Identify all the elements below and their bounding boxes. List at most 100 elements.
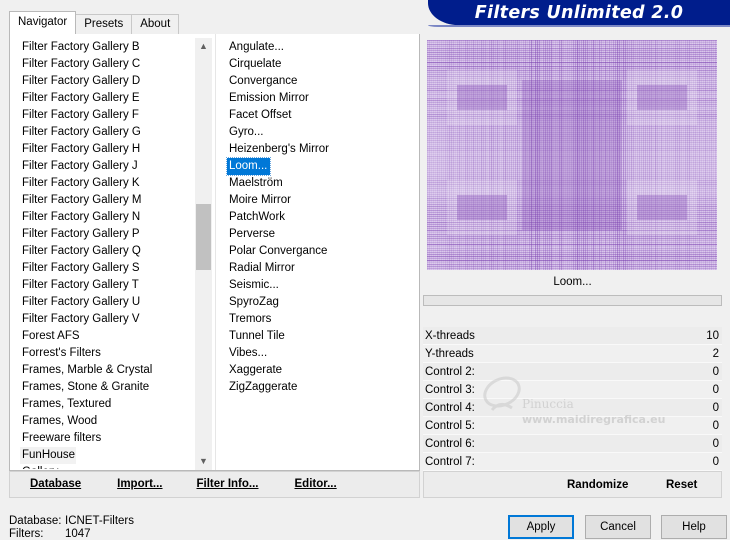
control-label: Y-threads [425,348,474,360]
scroll-thumb[interactable] [196,204,211,270]
category-item[interactable]: Frames, Marble & Crystal [20,362,200,379]
filter-preview-image [427,40,717,270]
category-item[interactable]: Filter Factory Gallery B [20,39,200,56]
tab-presets[interactable]: Presets [75,14,133,34]
filter-item[interactable]: Maelström [227,175,407,192]
control-row[interactable]: Control 5: 0 [423,417,722,435]
control-row[interactable]: Control 7: 0 [423,453,722,471]
filter-item[interactable]: PatchWork [227,209,407,226]
reset-button[interactable]: Reset [666,472,697,499]
filter-item[interactable]: Xaggerate [227,362,407,379]
randomize-button[interactable]: Randomize [567,472,628,499]
control-label: Control 2: [425,366,475,378]
tab-bar: Navigator Presets About [9,11,180,34]
status-area: Database: ICNET-Filters Filters: 1047 [9,515,134,540]
category-item[interactable]: FunHouse [20,447,76,464]
control-row[interactable]: Control 4: 0 [423,399,722,417]
control-row[interactable]: Control 3: 0 [423,381,722,399]
filter-item[interactable]: Perverse [227,226,407,243]
category-item[interactable]: Frames, Stone & Granite [20,379,200,396]
preview-filter-name: Loom... [553,276,592,288]
control-value[interactable]: 0 [713,417,719,435]
control-label: Control 3: [425,384,475,396]
progress-bar [423,295,722,306]
filter-item[interactable]: Seismic... [227,277,407,294]
filter-item[interactable]: Gyro... [227,124,407,141]
category-item[interactable]: Filter Factory Gallery V [20,311,200,328]
filter-item[interactable]: Emission Mirror [227,90,407,107]
editor-button[interactable]: Editor... [285,471,347,498]
control-label: Control 6: [425,438,475,450]
filter-list[interactable]: Angulate... Cirquelate Convergance Emission… [226,39,407,396]
control-row[interactable]: Control 2: 0 [423,363,722,381]
category-scrollbar[interactable]: ▲ ▼ [195,38,212,470]
filter-item[interactable]: Moire Mirror [227,192,407,209]
control-row[interactable]: X-threads 10 [423,327,722,345]
category-item[interactable]: Filter Factory Gallery P [20,226,200,243]
control-value[interactable]: 0 [713,399,719,417]
scroll-down-icon[interactable]: ▼ [195,453,212,470]
category-item[interactable]: Filter Factory Gallery M [20,192,200,209]
filters-label: Filters: [9,528,44,540]
filter-item[interactable]: Loom... [226,157,271,176]
filter-item[interactable]: Facet Offset [227,107,407,124]
category-item[interactable]: Freeware filters [20,430,200,447]
category-item[interactable]: Gallery [20,464,200,469]
control-value[interactable]: 0 [713,453,719,471]
category-item[interactable]: Filter Factory Gallery D [20,73,200,90]
filter-item[interactable]: Vibes... [227,345,407,362]
filter-controls: X-threads 10 Y-threads 2 Control 2: 0 Control … [423,327,722,471]
category-item[interactable]: Filter Factory Gallery E [20,90,200,107]
filter-item[interactable]: Tunnel Tile [227,328,407,345]
category-item[interactable]: Filter Factory Gallery K [20,175,200,192]
filter-item[interactable]: Tremors [227,311,407,328]
app-title-banner: Filters Unlimited 2.0 [428,0,730,27]
control-row[interactable]: Y-threads 2 [423,345,722,363]
filter-item[interactable]: SpyroZag [227,294,407,311]
control-value[interactable]: 0 [713,363,719,381]
category-list[interactable]: Filter Factory Gallery B Filter Factory G… [20,39,200,469]
category-item[interactable]: Filter Factory Gallery C [20,56,200,73]
control-value[interactable]: 0 [713,381,719,399]
category-item[interactable]: Forrest's Filters [20,345,200,362]
filter-item[interactable]: Heizenberg's Mirror [227,141,407,158]
control-value[interactable]: 10 [706,327,719,345]
category-item[interactable]: Filter Factory Gallery T [20,277,200,294]
category-item[interactable]: Filter Factory Gallery H [20,141,200,158]
filter-item[interactable]: Radial Mirror [227,260,407,277]
category-item[interactable]: Frames, Wood [20,413,200,430]
filter-item[interactable]: Angulate... [227,39,407,56]
category-item[interactable]: Filter Factory Gallery Q [20,243,200,260]
control-label: X-threads [425,330,475,342]
apply-button[interactable]: Apply [508,515,574,539]
database-button[interactable]: Database [20,471,91,498]
scroll-up-icon[interactable]: ▲ [195,38,212,55]
filter-item[interactable]: ZigZaggerate [227,379,407,396]
filter-item[interactable]: Convergance [227,73,407,90]
loom-pattern-preview [427,40,717,270]
filter-item[interactable]: Cirquelate [227,56,407,73]
category-item[interactable]: Filter Factory Gallery N [20,209,200,226]
control-value[interactable]: 2 [713,345,719,363]
category-item[interactable]: Filter Factory Gallery U [20,294,200,311]
category-item[interactable]: Filter Factory Gallery G [20,124,200,141]
tab-about[interactable]: About [131,14,180,34]
help-button[interactable]: Help [661,515,727,539]
database-label: Database: [9,515,62,527]
navigator-panel: Filter Factory Gallery B Filter Factory G… [9,34,420,471]
filter-info-button[interactable]: Filter Info... [187,471,269,498]
tab-navigator[interactable]: Navigator [9,11,77,34]
control-label: Control 5: [425,420,475,432]
control-row[interactable]: Control 6: 0 [423,435,722,453]
category-item[interactable]: Filter Factory Gallery F [20,107,200,124]
cancel-button[interactable]: Cancel [585,515,651,539]
database-value: ICNET-Filters [65,515,134,527]
category-item[interactable]: Filter Factory Gallery J [20,158,200,175]
controls-toolbar: Randomize Reset [423,471,722,498]
category-item[interactable]: Frames, Textured [20,396,200,413]
category-item[interactable]: Forest AFS [20,328,200,345]
import-button[interactable]: Import... [107,471,172,498]
filter-item[interactable]: Polar Convergance [227,243,407,260]
control-value[interactable]: 0 [713,435,719,453]
category-item[interactable]: Filter Factory Gallery S [20,260,200,277]
